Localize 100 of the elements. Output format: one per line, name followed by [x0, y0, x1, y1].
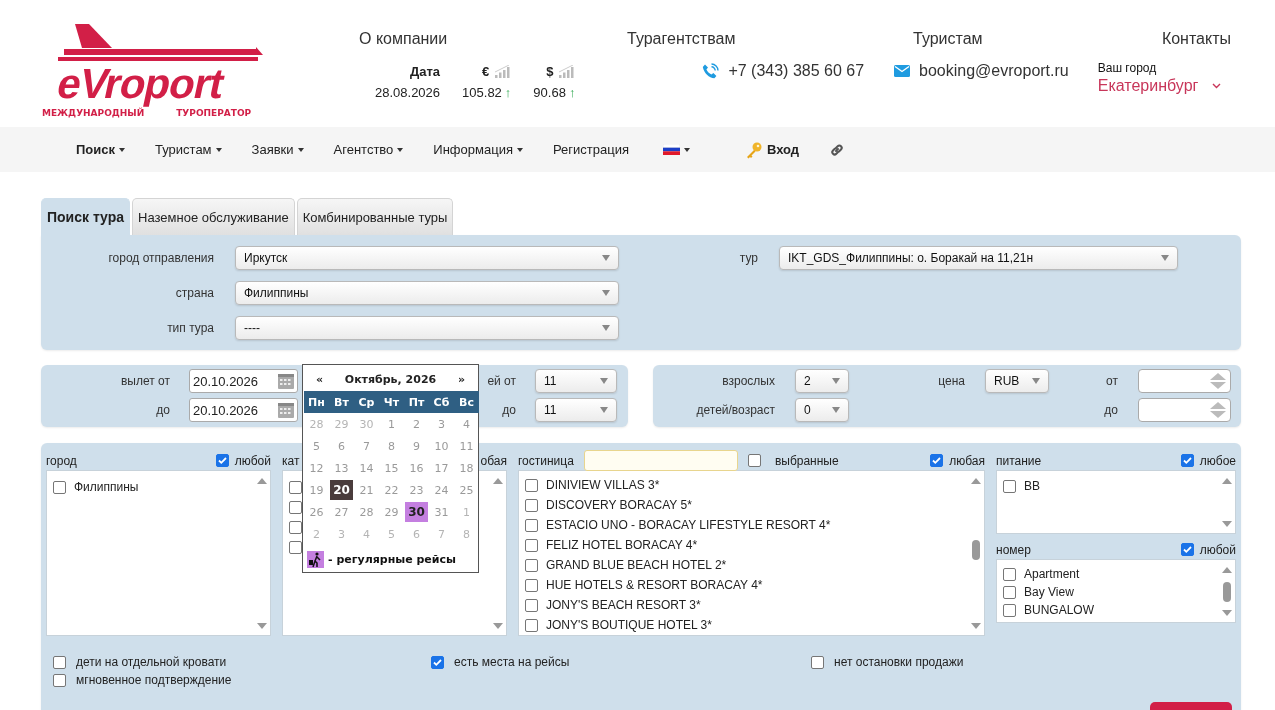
tab[interactable]: Поиск тура — [41, 198, 131, 235]
weekday-header: Вс — [454, 391, 479, 413]
rate-value: 105.82 — [462, 85, 502, 100]
checkbox-label: обая — [480, 453, 507, 468]
dropdown[interactable]: ---- — [235, 316, 619, 340]
city-selector[interactable]: Екатеринбург — [1097, 77, 1199, 95]
column-label: город — [46, 453, 77, 468]
calendar-day[interactable]: 12 — [305, 458, 328, 478]
date-field[interactable]: 20.10.2026 — [189, 398, 298, 422]
email-link[interactable]: booking@evroport.ru — [919, 62, 1069, 80]
calendar-day[interactable]: 5 — [380, 524, 403, 544]
calendar-day[interactable]: 18 — [455, 458, 478, 478]
calendar-day[interactable]: 30 — [405, 502, 428, 522]
calendar-day[interactable]: 22 — [380, 480, 403, 500]
dropdown[interactable]: 0 — [795, 398, 849, 422]
calendar-day[interactable]: 8 — [380, 436, 403, 456]
calendar-day[interactable]: 29 — [380, 502, 403, 522]
dropdown[interactable]: 11 — [535, 369, 617, 393]
date-field[interactable]: 20.10.2026 — [189, 369, 298, 393]
checkbox-label: BUNGALOW — [1024, 603, 1094, 617]
checkbox-label: GRAND BLUE BEACH HOTEL 2* — [546, 558, 727, 572]
field-label: от — [1106, 374, 1118, 388]
nav-menu-item[interactable]: Регистрация — [552, 142, 629, 157]
calendar-day[interactable]: 6 — [405, 524, 428, 544]
calendar-day[interactable]: 4 — [455, 414, 478, 434]
trend-arrow: ↑ — [504, 85, 512, 100]
calendar-day[interactable]: 9 — [405, 436, 428, 456]
date-label: Дата — [410, 64, 441, 79]
calendar-day[interactable]: 8 — [455, 524, 478, 544]
calendar-day[interactable]: 28 — [305, 414, 328, 434]
calendar-day[interactable]: 4 — [355, 524, 378, 544]
calendar-day[interactable]: 1 — [380, 414, 403, 434]
field-label: цена — [938, 374, 965, 388]
calendar-day[interactable]: 2 — [405, 414, 428, 434]
tab[interactable]: Комбинированные туры — [296, 198, 454, 235]
calendar-day[interactable]: 5 — [305, 436, 328, 456]
currency-label: € — [482, 64, 490, 79]
column-label: номер — [996, 542, 1031, 557]
calendar-day[interactable]: 14 — [355, 458, 378, 478]
dropdown[interactable]: IKT_GDS_Филиппины: о. Боракай на 11,21н — [779, 246, 1178, 270]
calendar-day[interactable]: 29 — [330, 414, 353, 434]
calendar-day[interactable]: 11 — [455, 436, 478, 456]
phone-number[interactable]: +7 (343) 385 60 67 — [728, 62, 865, 80]
top-menu-link[interactable]: Турагентствам — [627, 30, 736, 48]
field-label: до — [502, 403, 516, 417]
nav-menu-item[interactable]: Туристам — [155, 142, 222, 157]
calendar-day[interactable]: 28 — [355, 502, 378, 522]
column-label: гостиница — [518, 453, 574, 468]
calendar-day[interactable]: 31 — [430, 502, 453, 522]
calendar-day[interactable]: 19 — [305, 480, 328, 500]
logo-tagline: МЕЖДУНАРОДНЫЙ — [42, 108, 145, 119]
nav-menu-item[interactable]: Заявки — [251, 142, 304, 157]
weekday-header: Чт — [379, 391, 404, 413]
checkbox-label: JONY'S BEACH RESORT 3* — [546, 598, 701, 612]
calendar-day[interactable]: 6 — [330, 436, 353, 456]
nav-menu-item[interactable]: Информация — [433, 142, 523, 157]
top-menu-link[interactable]: Туристам — [913, 30, 983, 48]
field-label: вылет от — [121, 374, 170, 388]
calendar-day[interactable]: 15 — [380, 458, 403, 478]
tab[interactable]: Наземное обслуживание — [132, 198, 295, 235]
calendar-day[interactable]: 1 — [455, 502, 478, 522]
checkbox-label: HUE HOTELS & RESORT BORACAY 4* — [546, 578, 763, 592]
dropdown[interactable]: RUB — [985, 369, 1049, 393]
dropdown[interactable]: Филиппины — [235, 281, 619, 305]
next-month-button[interactable]: » — [457, 372, 465, 386]
calendar-day[interactable]: 26 — [305, 502, 328, 522]
calendar-day[interactable]: 20 — [330, 480, 353, 500]
checkbox-label: Bay View — [1024, 585, 1074, 599]
calendar-day[interactable]: 24 — [430, 480, 453, 500]
column-label: питание — [996, 453, 1042, 468]
calendar-day[interactable]: 3 — [430, 414, 453, 434]
calendar-day[interactable]: 16 — [405, 458, 428, 478]
calendar-day[interactable]: 30 — [355, 414, 378, 434]
checkbox-label: любая — [949, 453, 985, 468]
weekday-header: Пт — [404, 391, 429, 413]
month-title: Октябрь, 2026 — [344, 372, 437, 386]
field-label: до — [1104, 403, 1118, 417]
calendar-day[interactable]: 27 — [330, 502, 353, 522]
calendar-day[interactable]: 7 — [430, 524, 453, 544]
calendar-day[interactable]: 25 — [455, 480, 478, 500]
calendar-day[interactable]: 23 — [405, 480, 428, 500]
top-menu-link[interactable]: О компании — [359, 30, 448, 48]
login-link[interactable]: Вход — [744, 140, 800, 159]
calendar-day[interactable]: 10 — [430, 436, 453, 456]
previous-month-button[interactable]: « — [316, 372, 324, 386]
calendar-day[interactable]: 21 — [355, 480, 378, 500]
nav-menu-item[interactable]: Агентство — [333, 142, 404, 157]
currency-label: $ — [546, 64, 554, 79]
nav-menu-item[interactable]: Поиск — [76, 142, 125, 157]
calendar-day[interactable]: 3 — [330, 524, 353, 544]
calendar-day[interactable]: 17 — [430, 458, 453, 478]
calendar-day[interactable]: 13 — [330, 458, 353, 478]
dropdown[interactable]: 2 — [795, 369, 849, 393]
calendar-day[interactable]: 7 — [355, 436, 378, 456]
date-value: 28.08.2026 — [375, 85, 441, 100]
checkbox-label: DISCOVERY BORACAY 5* — [546, 498, 692, 512]
dropdown[interactable]: Иркутск — [235, 246, 619, 270]
top-menu-link[interactable]: Контакты — [1161, 30, 1231, 52]
dropdown[interactable]: 11 — [535, 398, 617, 422]
calendar-day[interactable]: 2 — [305, 524, 328, 544]
